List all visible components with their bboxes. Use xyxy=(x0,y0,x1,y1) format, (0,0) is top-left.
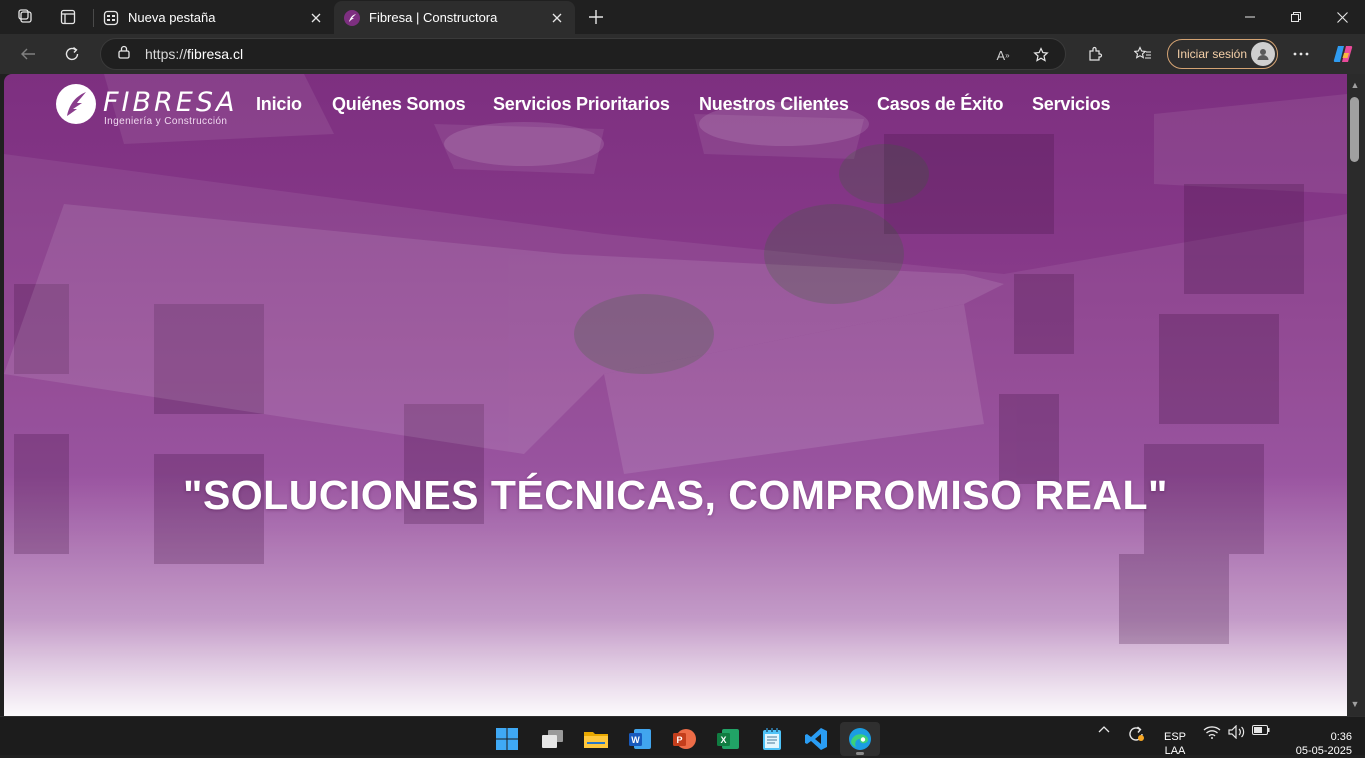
restore-button[interactable] xyxy=(1273,0,1319,34)
read-aloud-icon[interactable]: A» xyxy=(989,42,1017,68)
nav-servicios-prioritarios[interactable]: Servicios Prioritarios xyxy=(493,94,670,115)
url-scheme: https:// xyxy=(145,46,188,62)
address-bar[interactable]: https://fibresa.cl A» xyxy=(100,38,1066,70)
vertical-tabs-icon[interactable] xyxy=(54,5,82,29)
signin-label: Iniciar sesión xyxy=(1177,47,1248,61)
nav-nuestros-clientes[interactable]: Nuestros Clientes xyxy=(699,94,849,115)
edge-icon[interactable] xyxy=(840,722,880,756)
tab-new-tab[interactable]: Nueva pestaña xyxy=(93,1,334,34)
clock-date: 05-05-2025 xyxy=(1295,745,1352,757)
site-navbar: FIBRESA Ingeniería y Construcción Inicio… xyxy=(4,74,1347,138)
svg-text:W: W xyxy=(631,735,640,745)
close-tab-icon[interactable] xyxy=(545,6,569,30)
notepad-icon[interactable] xyxy=(752,722,792,756)
lock-icon[interactable] xyxy=(117,45,131,64)
tab-fibresa[interactable]: Fibresa | Constructora xyxy=(334,1,575,34)
nav-servicios[interactable]: Servicios xyxy=(1032,94,1110,115)
copilot-icon[interactable] xyxy=(1328,40,1358,68)
system-clock[interactable]: 0:36 05-05-2025 xyxy=(1280,730,1352,758)
sync-update-icon[interactable] xyxy=(1126,725,1146,743)
hero-building-photo xyxy=(4,74,1347,716)
svg-text:X: X xyxy=(720,735,726,745)
volume-icon[interactable] xyxy=(1227,725,1247,739)
url-host: fibresa.cl xyxy=(187,46,244,62)
powerpoint-icon[interactable]: P xyxy=(664,722,704,756)
file-explorer-icon[interactable] xyxy=(576,722,616,756)
feather-logo-icon xyxy=(56,84,96,124)
show-hidden-icons-chevron-icon[interactable] xyxy=(1096,725,1112,733)
nav-quienes-somos[interactable]: Quiénes Somos xyxy=(332,94,466,115)
refresh-icon[interactable] xyxy=(57,40,87,68)
clock-time: 0:36 xyxy=(1330,731,1352,743)
favorites-icon[interactable] xyxy=(1128,40,1158,68)
back-icon[interactable] xyxy=(13,40,43,68)
page-viewport: FIBRESA Ingeniería y Construcción Inicio… xyxy=(4,74,1347,716)
avatar-icon xyxy=(1251,42,1275,66)
more-options-icon[interactable] xyxy=(1286,40,1316,68)
page-scrollbar[interactable] xyxy=(1347,74,1365,716)
keyboard-layout: LAA xyxy=(1164,745,1186,757)
scroll-down-icon[interactable]: ▼ xyxy=(1350,699,1360,709)
browser-toolbar: https://fibresa.cl A» Iniciar sesión xyxy=(0,34,1365,74)
logo-name: FIBRESA xyxy=(103,87,238,118)
logo-tagline: Ingeniería y Construcción xyxy=(104,116,228,127)
windows-taskbar: W P X ESP LAA 0:36 05-05-2025 xyxy=(0,716,1365,758)
nav-casos-de-exito[interactable]: Casos de Éxito xyxy=(877,94,1003,115)
hero-headline: "SOLUCIONES TÉCNICAS, COMPROMISO REAL" xyxy=(183,472,1168,518)
scroll-up-icon[interactable]: ▲ xyxy=(1350,80,1360,90)
extensions-icon[interactable] xyxy=(1080,40,1110,68)
favorite-star-icon[interactable] xyxy=(1027,42,1055,68)
new-tab-icon xyxy=(103,10,119,26)
new-tab-button[interactable] xyxy=(583,4,609,30)
minimize-button[interactable] xyxy=(1227,0,1273,34)
task-view-icon[interactable] xyxy=(532,722,572,756)
signin-button[interactable]: Iniciar sesión xyxy=(1167,39,1278,69)
fibresa-logo[interactable]: FIBRESA Ingeniería y Construcción xyxy=(56,82,236,130)
input-language[interactable]: ESP LAA xyxy=(1160,730,1190,758)
vscode-icon[interactable] xyxy=(796,722,836,756)
close-tab-icon[interactable] xyxy=(304,6,328,30)
tab-title: Nueva pestaña xyxy=(128,10,216,25)
excel-icon[interactable]: X xyxy=(708,722,748,756)
fibresa-favicon xyxy=(344,9,360,26)
language-code: ESP xyxy=(1163,731,1186,743)
tab-title: Fibresa | Constructora xyxy=(369,10,498,25)
nav-inicio[interactable]: Inicio xyxy=(256,94,302,115)
battery-icon[interactable] xyxy=(1251,725,1271,735)
svg-text:P: P xyxy=(676,735,682,745)
word-icon[interactable]: W xyxy=(620,722,660,756)
workspaces-icon[interactable] xyxy=(12,5,40,29)
windows-start-icon[interactable] xyxy=(487,722,527,756)
close-window-button[interactable] xyxy=(1319,0,1365,34)
scroll-thumb[interactable] xyxy=(1350,97,1359,162)
wifi-icon[interactable] xyxy=(1202,725,1222,739)
tab-strip: Nueva pestaña Fibresa | Constructora xyxy=(0,0,1365,34)
url-text[interactable]: https://fibresa.cl xyxy=(145,46,243,62)
